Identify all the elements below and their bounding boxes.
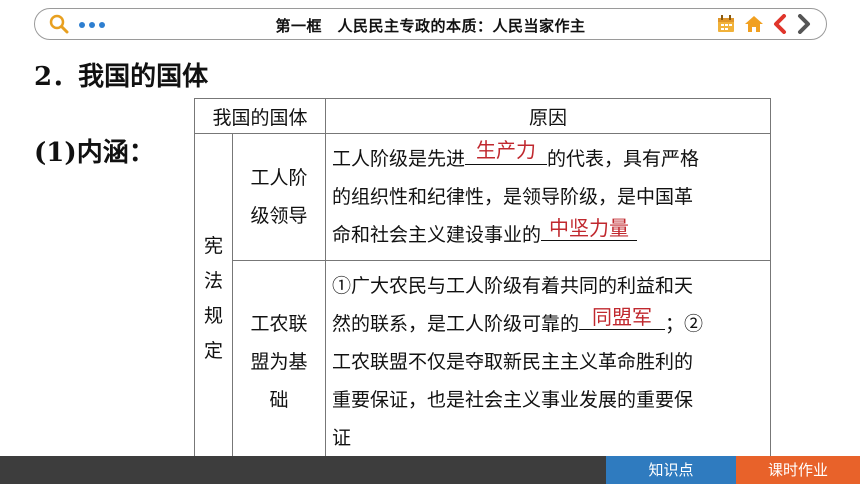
group-label-constitution: 宪 法 规 定 — [194, 133, 233, 464]
page-title: 第一框 人民民主专政的本质：人民当家作主 — [275, 17, 586, 35]
table-header-row: 我国的国体 原因 — [194, 98, 771, 134]
top-bar: 第一框 人民民主专政的本质：人民当家作主 — [34, 8, 827, 40]
prev-arrow-icon[interactable] — [772, 14, 788, 34]
state-system-table: 我国的国体 原因 宪 法 规 定 工人阶 级领导 工人阶级是先进 生产力 的代表，具… — [194, 98, 771, 464]
answer-text: 生产力 — [476, 138, 537, 162]
answer-blank: 中坚力量 — [541, 216, 638, 241]
col-header-reason: 原因 — [325, 98, 771, 134]
home-icon[interactable] — [744, 14, 764, 34]
tab-knowledge-points[interactable]: 知识点 — [606, 456, 736, 484]
section-heading: 2．我国的国体 — [34, 62, 209, 92]
answer-text: 同盟军 — [592, 305, 653, 329]
row-reason-alliance: ①广大农民与工人阶级有着共同的利益和天 然的联系，是工人阶级可靠的 同盟军 ；② 工… — [325, 260, 771, 464]
calendar-icon[interactable] — [716, 14, 736, 34]
answer-blank: 生产力 — [465, 138, 548, 165]
row-label-worker-leadership: 工人阶 级领导 — [232, 133, 326, 261]
row-reason-worker-leadership: 工人阶级是先进 生产力 的代表，具有严格 的组织性和纪律性，是领导阶级，是中国革 命… — [325, 133, 771, 261]
row-label-alliance: 工农联 盟为基 础 — [232, 260, 326, 464]
answer-blank: 同盟军 — [579, 305, 666, 330]
answer-text: 中坚力量 — [549, 216, 630, 240]
col-header-system: 我国的国体 — [194, 98, 326, 134]
next-arrow-icon[interactable] — [796, 14, 812, 34]
table-row: 工农联 盟为基 础 ①广大农民与工人阶级有着共同的利益和天 然的联系，是工人阶级… — [195, 260, 771, 464]
subsection-heading: (1)内涵： — [34, 138, 155, 168]
tab-homework[interactable]: 课时作业 — [736, 456, 860, 484]
table-row: 宪 法 规 定 工人阶 级领导 工人阶级是先进 生产力 的代表，具有严格 的组织性和… — [194, 133, 771, 464]
